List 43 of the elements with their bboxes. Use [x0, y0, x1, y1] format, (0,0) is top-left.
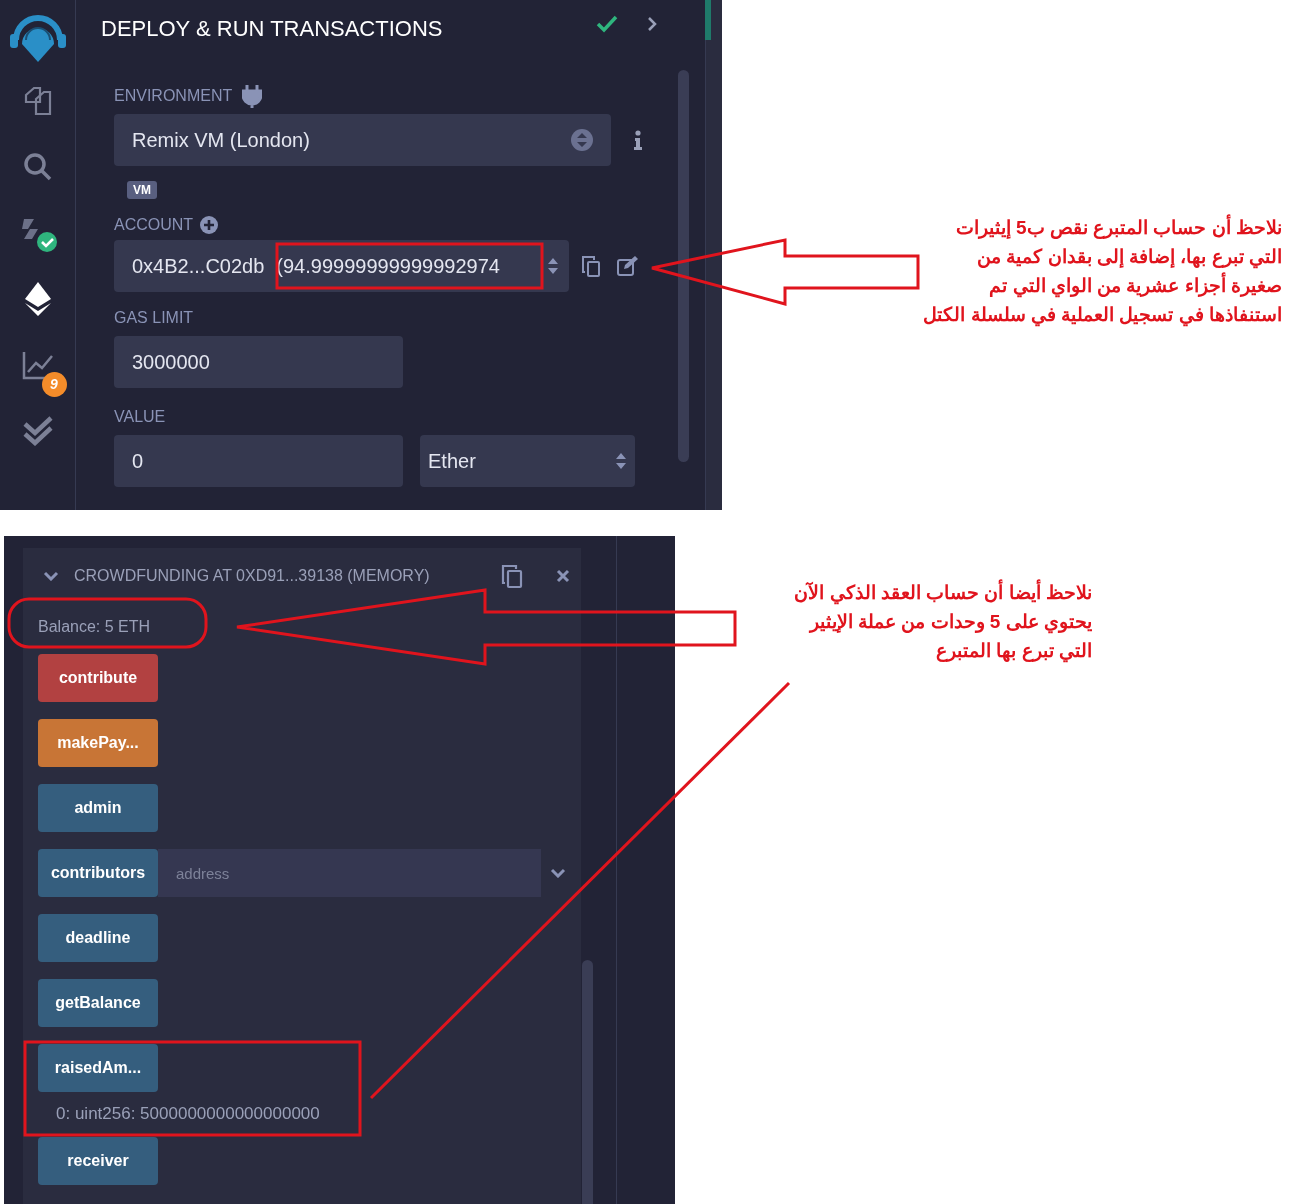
contract-balance: Balance: 5 ETH	[38, 617, 152, 637]
chevron-down-icon[interactable]	[550, 868, 566, 878]
function-button[interactable]: receiver	[38, 1136, 158, 1185]
function-button[interactable]: deadline	[38, 914, 158, 962]
call-output: 0: uint256: 5000000000000000000	[56, 1103, 321, 1125]
notification-badge: 9	[41, 372, 67, 397]
function-button[interactable]: makePay...	[38, 719, 158, 767]
copy-icon[interactable]	[501, 563, 523, 589]
edit-icon[interactable]	[617, 256, 639, 276]
field-label: ENVIRONMENT	[114, 86, 233, 106]
unit-select[interactable]: Ether	[420, 435, 635, 487]
close-icon[interactable]	[556, 569, 570, 583]
contract-title: CROWDFUNDING AT 0XD91...39138 (MEMORY)	[74, 566, 430, 586]
check-icon	[596, 15, 618, 33]
plug-icon[interactable]	[242, 84, 263, 108]
chevron-down-icon[interactable]	[43, 571, 59, 581]
field-label: VALUE	[114, 407, 167, 427]
account-select[interactable]: 0x4B2...C02db (94.99999999999992974	[114, 240, 569, 292]
copy-icon[interactable]	[582, 255, 600, 277]
plus-circle-icon[interactable]	[200, 216, 219, 234]
annotation-note: نلاحظ أيضا أن حساب العقد الذكي الآن يحتوي على 5 وحدات من عملة الإيثير التي تبرع بها المتبرع	[762, 578, 1092, 665]
field-label: ACCOUNT	[114, 215, 194, 235]
search-icon[interactable]	[22, 152, 53, 182]
chart-icon[interactable]	[21, 350, 54, 380]
environment-select[interactable]: Remix VM (London)	[114, 114, 611, 166]
chevron-right-icon[interactable]	[647, 16, 657, 32]
gas-limit-input[interactable]: 3000000	[114, 336, 403, 388]
info-icon[interactable]	[634, 130, 642, 150]
annotation-note: نلاحظ أن حساب المتبرع نقص ب5 إيثيرات التي تبرع بها، إضافة إلى بقدان كمية من صغيرة أجزاء عشرية من الواي التي تم استنفاذها في تسجيل العملية في سلسلة الكتل	[923, 213, 1282, 329]
argument-input[interactable]: address	[158, 849, 541, 897]
vm-tag: VM	[127, 181, 157, 199]
sort-icon	[571, 129, 593, 151]
function-button[interactable]: contribute	[38, 654, 158, 702]
value-input[interactable]: 0	[114, 435, 403, 487]
function-button[interactable]: contributors	[38, 849, 158, 897]
field-label: GAS LIMIT	[114, 308, 195, 328]
panel-title: DEPLOY & RUN TRANSACTIONS	[101, 15, 443, 42]
function-button[interactable]: admin	[38, 784, 158, 832]
scrollbar-thumb[interactable]	[582, 960, 593, 1204]
double-check-icon[interactable]	[21, 416, 54, 446]
scrollbar-thumb[interactable]	[678, 70, 689, 462]
function-button[interactable]: getBalance	[38, 979, 158, 1027]
function-button[interactable]: raisedAm...	[38, 1044, 158, 1092]
